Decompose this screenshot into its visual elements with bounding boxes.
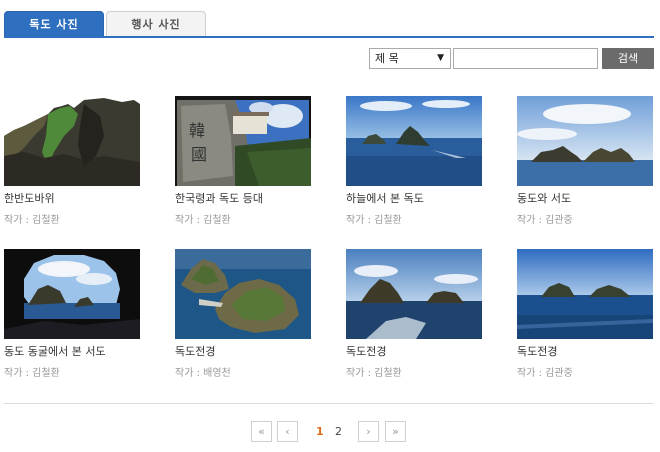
- photo-thumbnail[interactable]: [517, 96, 653, 186]
- photo-author: 작가 : 김철환: [346, 215, 402, 226]
- photo-title[interactable]: 한국령과 독도 등대: [175, 190, 315, 206]
- chevron-left-icon: ‹: [285, 425, 290, 438]
- gallery-item: 독도전경 작가 : 김철환: [346, 249, 486, 379]
- photo-title[interactable]: 하늘에서 본 독도: [346, 190, 486, 206]
- svg-text:國: 國: [191, 145, 207, 164]
- photo-thumbnail[interactable]: [4, 96, 140, 186]
- page-2-link[interactable]: 2: [335, 421, 342, 442]
- photo-author: 작가 : 김철환: [175, 215, 231, 226]
- double-chevron-right-icon: »: [392, 425, 399, 438]
- photo-thumbnail[interactable]: [4, 249, 140, 339]
- photo-title[interactable]: 독도전경: [346, 343, 486, 359]
- last-page-button[interactable]: »: [385, 421, 406, 442]
- photo-author: 작가 : 김철환: [346, 368, 402, 379]
- svg-text:韓: 韓: [189, 121, 205, 140]
- tab-dokdo-photos[interactable]: 독도 사진: [4, 11, 104, 37]
- chevron-down-icon: ▼: [437, 53, 444, 63]
- search-field-select[interactable]: 제 목 ▼: [369, 48, 451, 69]
- prev-page-button[interactable]: ‹: [277, 421, 298, 442]
- tab-bar: 독도 사진 행사 사진: [4, 11, 654, 37]
- photo-title[interactable]: 한반도바위: [4, 190, 144, 206]
- photo-title[interactable]: 독도전경: [517, 343, 657, 359]
- next-page-button[interactable]: ›: [358, 421, 379, 442]
- photo-thumbnail[interactable]: 韓 國: [175, 96, 311, 186]
- photo-thumbnail[interactable]: [346, 96, 482, 186]
- gallery-item: 동도 동굴에서 본 서도 작가 : 김철환: [4, 249, 144, 379]
- content-divider: [4, 403, 654, 404]
- gallery-item: 독도전경 작가 : 김관중: [517, 249, 657, 379]
- gallery-item: 동도와 서도 작가 : 김관중: [517, 96, 657, 226]
- gallery-item: 하늘에서 본 독도 작가 : 김철환: [346, 96, 486, 226]
- photo-author: 작가 : 배영천: [175, 368, 231, 379]
- photo-author: 작가 : 김관중: [517, 215, 573, 226]
- search-field-select-value: 제 목: [375, 52, 399, 65]
- gallery-item: 독도전경 작가 : 배영천: [175, 249, 315, 379]
- gallery-item: 韓 國 한국령과 독도 등대 작가 : 김철환: [175, 96, 315, 226]
- photo-title[interactable]: 독도전경: [175, 343, 315, 359]
- search-button[interactable]: 검색: [602, 48, 654, 69]
- gallery-item: 한반도바위 작가 : 김철환: [4, 96, 144, 226]
- chevron-right-icon: ›: [366, 425, 371, 438]
- first-page-button[interactable]: «: [251, 421, 272, 442]
- tab-underline: [4, 36, 654, 38]
- photo-author: 작가 : 김철환: [4, 368, 60, 379]
- photo-author: 작가 : 김관중: [517, 368, 573, 379]
- double-chevron-left-icon: «: [258, 425, 265, 438]
- page-1-link[interactable]: 1: [316, 421, 324, 442]
- photo-thumbnail[interactable]: [346, 249, 482, 339]
- photo-title[interactable]: 동도와 서도: [517, 190, 657, 206]
- photo-author: 작가 : 김철환: [4, 215, 60, 226]
- tab-event-photos[interactable]: 행사 사진: [106, 11, 206, 37]
- photo-title[interactable]: 동도 동굴에서 본 서도: [4, 343, 144, 359]
- photo-thumbnail[interactable]: [517, 249, 653, 339]
- photo-thumbnail[interactable]: [175, 249, 311, 339]
- search-input[interactable]: [453, 48, 598, 69]
